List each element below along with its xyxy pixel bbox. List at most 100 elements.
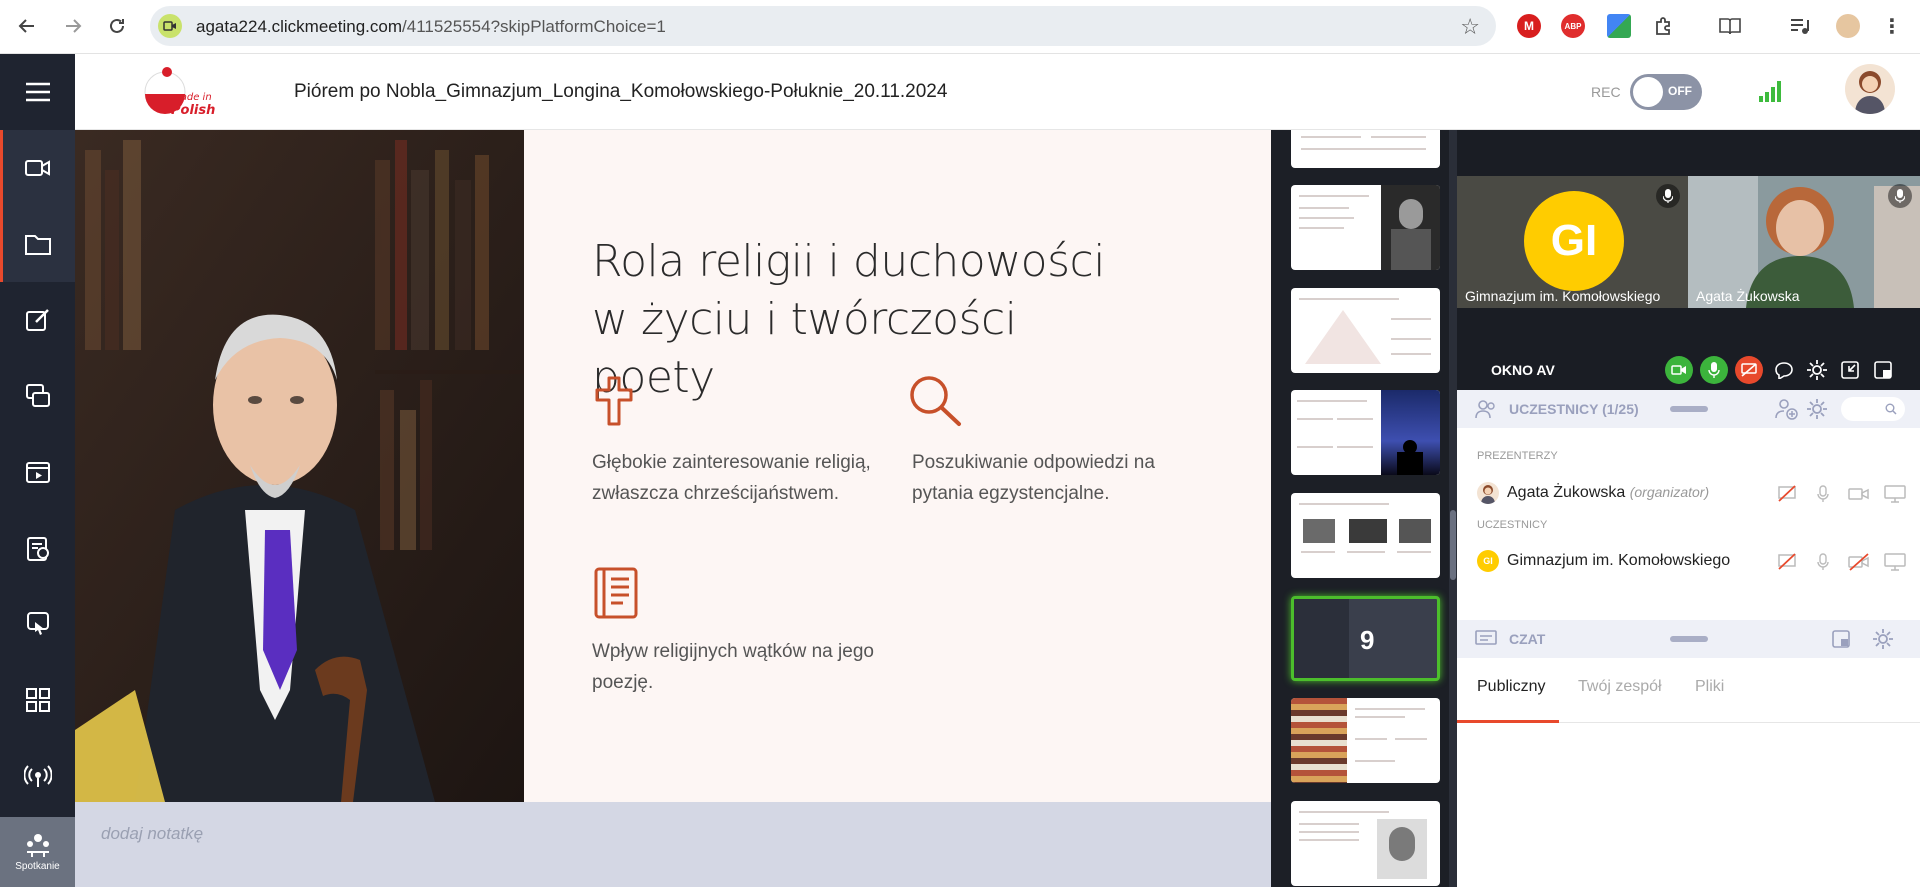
chat-icon bbox=[1475, 630, 1497, 645]
whiteboard-icon[interactable] bbox=[0, 586, 75, 662]
popout-icon[interactable] bbox=[1869, 356, 1897, 384]
notes-placeholder: dodaj notatkę bbox=[101, 824, 204, 843]
apps-grid-icon[interactable] bbox=[0, 662, 75, 738]
user-avatar[interactable] bbox=[1845, 64, 1895, 114]
presenter-row[interactable]: Agata Żukowska (organizator) bbox=[1507, 484, 1709, 502]
connection-signal-icon bbox=[1758, 80, 1784, 107]
extension-m-icon[interactable]: M bbox=[1517, 14, 1541, 38]
monitor-icon[interactable] bbox=[1883, 550, 1907, 574]
av-tile-agata[interactable]: Agata Żukowska bbox=[1688, 176, 1920, 308]
profile-avatar-icon[interactable] bbox=[1836, 14, 1860, 38]
rec-label: REC bbox=[1591, 84, 1621, 100]
screen-share-icon[interactable] bbox=[0, 358, 75, 434]
slide-thumbnail[interactable] bbox=[1291, 801, 1440, 886]
book-icon bbox=[593, 566, 639, 625]
tab-files[interactable]: Pliki bbox=[1695, 678, 1724, 696]
participants-settings-gear-icon[interactable] bbox=[1806, 398, 1828, 420]
slide-thumbnails: 9 bbox=[1271, 130, 1457, 887]
forward-arrow-icon[interactable] bbox=[59, 12, 87, 40]
made-in-polish-logo: made in Polish bbox=[135, 64, 215, 122]
slide-title: Rola religii i duchowości w życiu i twór… bbox=[592, 236, 1105, 403]
slide-thumbnail[interactable] bbox=[1291, 288, 1440, 373]
browser-menu-icon[interactable]: ⋮ bbox=[1880, 14, 1904, 38]
panel-drag-handle[interactable] bbox=[1670, 636, 1708, 642]
site-info-icon[interactable] bbox=[158, 14, 182, 38]
edit-icon[interactable] bbox=[0, 282, 75, 358]
back-arrow-icon[interactable] bbox=[13, 12, 41, 40]
active-tab-indicator bbox=[1457, 720, 1559, 723]
screen-share-off-button[interactable] bbox=[1735, 356, 1763, 384]
panel-drag-handle[interactable] bbox=[1670, 406, 1708, 412]
screen-share-off-icon[interactable] bbox=[1775, 550, 1799, 574]
camera-off-icon[interactable] bbox=[1847, 550, 1871, 574]
presenter-role: (organizator) bbox=[1629, 484, 1710, 500]
chat-header[interactable]: CZAT bbox=[1457, 620, 1920, 658]
meeting-settings-button[interactable]: Spotkanie bbox=[0, 817, 75, 887]
camera-icon[interactable] bbox=[0, 130, 75, 206]
tab-public[interactable]: Publiczny bbox=[1477, 678, 1545, 696]
extension-grid-icon[interactable] bbox=[1607, 14, 1631, 38]
feature-text-poetry: Wpływ religijnych wątków na jego poezję. bbox=[592, 641, 874, 693]
monitor-icon[interactable] bbox=[1883, 482, 1907, 506]
participants-header[interactable]: UCZESTNICY (1/25) bbox=[1457, 390, 1920, 428]
participants-search-input[interactable] bbox=[1841, 397, 1905, 421]
bookmark-star-icon[interactable]: ☆ bbox=[1460, 14, 1480, 40]
mic-icon bbox=[1656, 184, 1680, 208]
slide-thumbnail[interactable] bbox=[1291, 185, 1440, 270]
feature-text-religion: Głębokie zainteresowanie religią, zwłasz… bbox=[592, 452, 871, 504]
notes-bar[interactable]: dodaj notatkę bbox=[75, 802, 1271, 887]
attendees-section-label: UCZESTNICY bbox=[1477, 519, 1548, 531]
av-settings-gear-icon[interactable] bbox=[1803, 356, 1831, 384]
presenter-name: Agata Żukowska bbox=[1507, 484, 1626, 501]
extensions-puzzle-icon[interactable] bbox=[1651, 14, 1675, 38]
url-path: /411525554?skipPlatformChoice=1 bbox=[402, 17, 666, 36]
presenter-controls bbox=[1775, 482, 1907, 506]
rec-state-label: OFF bbox=[1668, 84, 1692, 98]
slide-thumbnail[interactable] bbox=[1291, 130, 1440, 168]
cross-icon bbox=[593, 376, 635, 431]
chat-popout-icon[interactable] bbox=[1831, 629, 1851, 649]
mic-icon[interactable] bbox=[1811, 482, 1835, 506]
attendee-row[interactable]: Gimnazjum im. Komołowskiego bbox=[1507, 552, 1730, 570]
chat-settings-gear-icon[interactable] bbox=[1872, 628, 1894, 650]
rec-toggle-knob bbox=[1633, 77, 1663, 107]
video-library-icon[interactable] bbox=[0, 434, 75, 510]
slide-thumbnail-current[interactable]: 9 bbox=[1291, 596, 1440, 681]
thumbnail-scrollbar[interactable] bbox=[1449, 130, 1457, 887]
minimize-icon[interactable] bbox=[1836, 356, 1864, 384]
attendee-controls bbox=[1775, 550, 1907, 574]
chat-bubble-icon[interactable] bbox=[1770, 356, 1798, 384]
screen-share-off-icon[interactable] bbox=[1775, 482, 1799, 506]
svg-text:Polish: Polish bbox=[171, 103, 215, 118]
presenter-avatar bbox=[1477, 482, 1499, 504]
search-icon bbox=[1885, 403, 1897, 415]
participants-title: UCZESTNICY (1/25) bbox=[1509, 401, 1639, 417]
slide-thumbnail[interactable] bbox=[1291, 390, 1440, 475]
slide-thumbnail[interactable] bbox=[1291, 493, 1440, 578]
quiz-icon[interactable] bbox=[0, 510, 75, 586]
extension-abp-icon[interactable]: ABP bbox=[1561, 14, 1585, 38]
poet-portrait-image bbox=[75, 130, 524, 802]
broadcast-icon[interactable] bbox=[0, 738, 75, 814]
mic-toggle-button[interactable] bbox=[1700, 356, 1728, 384]
av-tile-school[interactable]: GI Gimnazjum im. Komołowskiego bbox=[1457, 176, 1688, 308]
slide-thumbnail[interactable] bbox=[1291, 698, 1440, 783]
camera-toggle-button[interactable] bbox=[1665, 356, 1693, 384]
address-bar[interactable]: agata224.clickmeeting.com/411525554?skip… bbox=[150, 6, 1496, 46]
current-slide-number: 9 bbox=[1360, 625, 1375, 655]
presenters-section-label: PREZENTERZY bbox=[1477, 450, 1558, 462]
mic-icon[interactable] bbox=[1811, 550, 1835, 574]
menu-icon[interactable] bbox=[0, 54, 75, 130]
rec-toggle[interactable]: OFF bbox=[1630, 74, 1702, 110]
meeting-label: Spotkanie bbox=[15, 861, 60, 872]
add-participant-icon[interactable] bbox=[1775, 398, 1799, 420]
camera-icon[interactable] bbox=[1847, 482, 1871, 506]
meeting-people-icon bbox=[26, 834, 49, 857]
reading-mode-icon[interactable] bbox=[1718, 14, 1742, 38]
tab-team[interactable]: Twój zespół bbox=[1578, 678, 1662, 696]
feature-text-questions: Poszukiwanie odpowiedzi na pytania egzys… bbox=[912, 452, 1155, 504]
folder-icon[interactable] bbox=[0, 206, 75, 282]
mic-icon bbox=[1888, 184, 1912, 208]
reload-icon[interactable] bbox=[103, 12, 131, 40]
media-controls-icon[interactable] bbox=[1788, 14, 1812, 38]
